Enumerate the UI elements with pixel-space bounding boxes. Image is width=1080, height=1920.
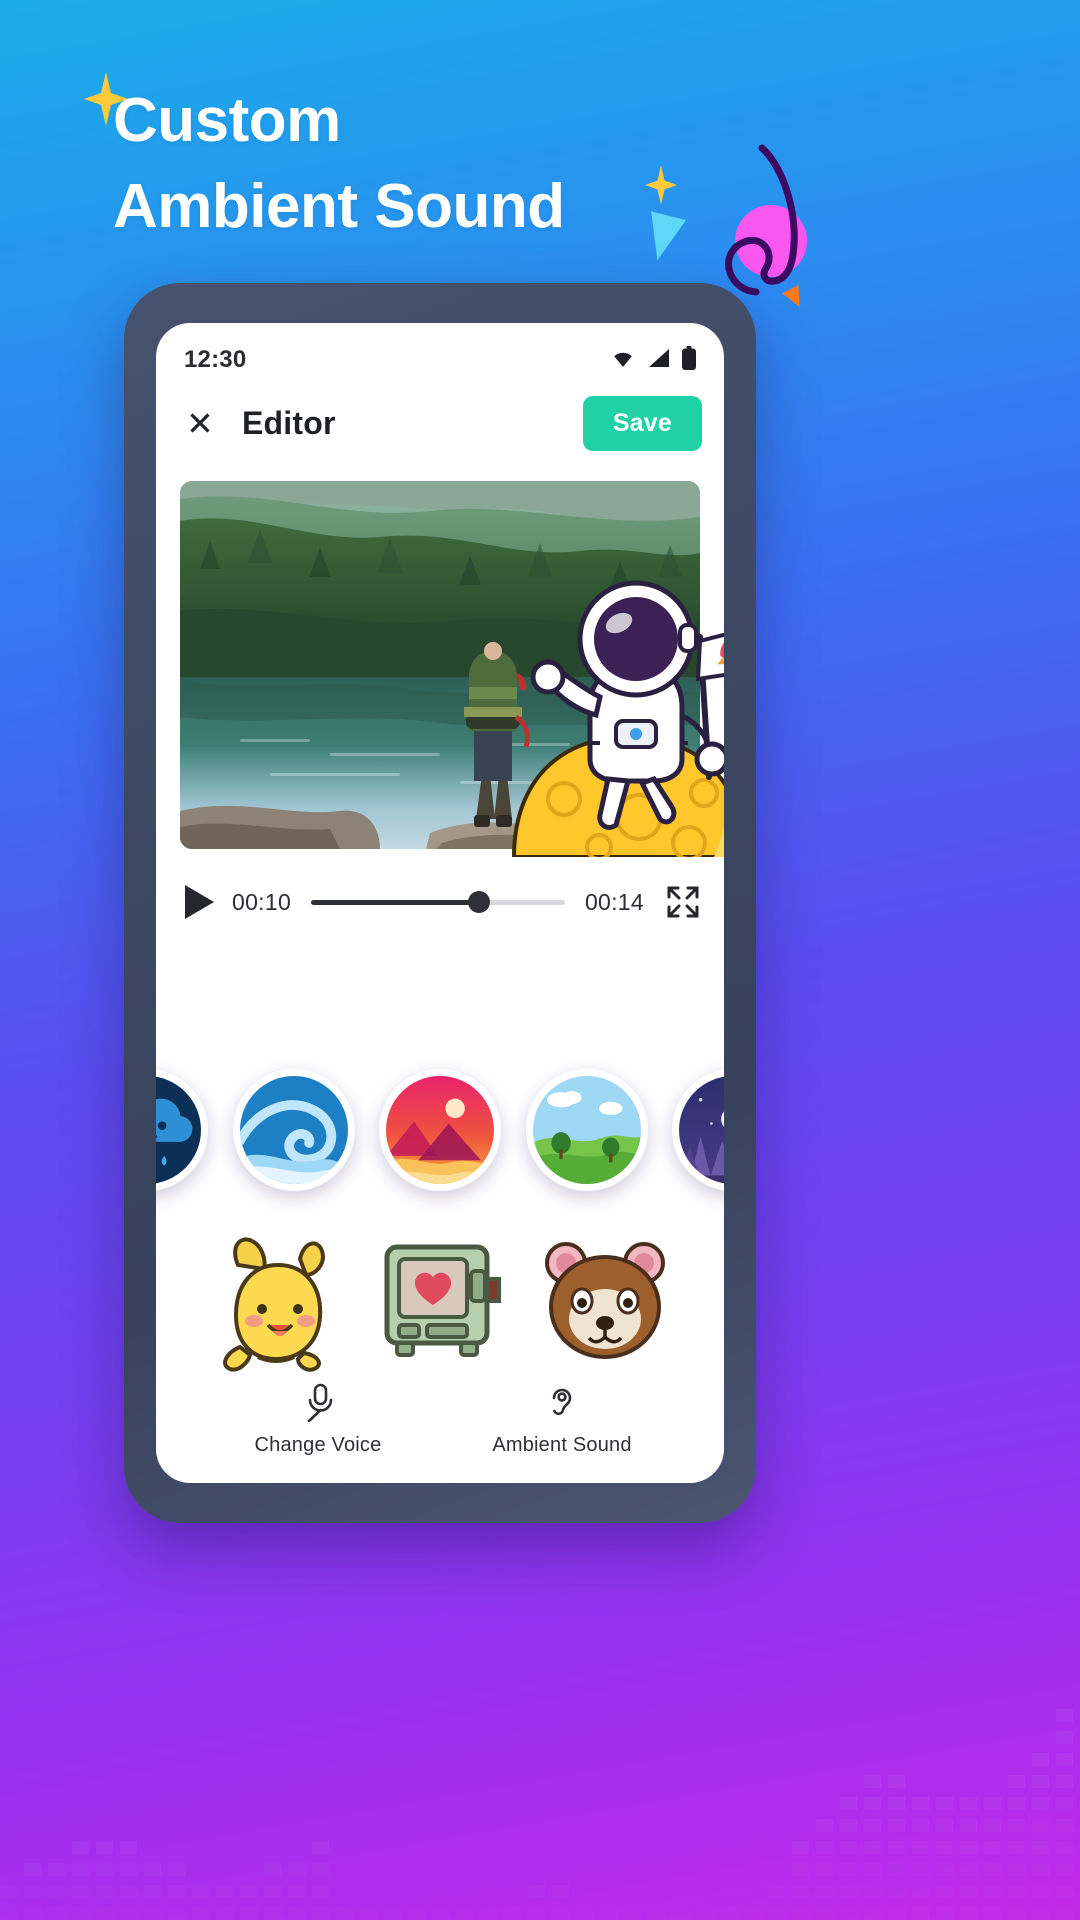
night-forest-icon	[679, 1076, 724, 1184]
page-title: Editor	[242, 404, 336, 441]
progress-thumb[interactable]	[467, 891, 490, 913]
fullscreen-icon[interactable]	[666, 885, 700, 919]
save-button[interactable]: Save	[582, 395, 702, 451]
nav-label-ambient-sound: Ambient Sound	[492, 1434, 632, 1456]
microphone-icon	[299, 1382, 337, 1423]
ambient-item-wave[interactable]	[232, 1069, 355, 1191]
ocean-wave-icon	[239, 1076, 348, 1184]
yellow-creature-sticker[interactable]	[200, 1223, 350, 1373]
phone-screen: 12:30 ✕ Editor Save 00:10 00:14 Change V…	[156, 323, 724, 1483]
battery-icon	[682, 345, 696, 375]
nav-item-change-voice[interactable]: Change Voice	[228, 1382, 408, 1457]
bottom-navigation: Change Voice Ambient Sound	[156, 1382, 724, 1457]
nav-label-change-voice: Change Voice	[254, 1434, 382, 1456]
ambient-item-night[interactable]	[672, 1069, 724, 1191]
ambient-item-rain[interactable]	[156, 1069, 208, 1191]
retro-tv-heart-sticker[interactable]	[365, 1223, 515, 1373]
signal-icon	[647, 348, 671, 373]
player-controls: 00:10 00:14	[156, 849, 724, 921]
progress-slider[interactable]	[311, 889, 565, 915]
progress-fill	[311, 899, 479, 905]
sticker-list	[156, 1223, 724, 1373]
sunset-mountain-icon	[386, 1076, 494, 1184]
wifi-icon	[610, 348, 636, 373]
ambient-item-sunset[interactable]	[379, 1069, 501, 1191]
brown-bear-sticker[interactable]	[530, 1223, 680, 1373]
nav-item-ambient-sound[interactable]: Ambient Sound	[472, 1382, 652, 1457]
headline-line-2: Ambient Sound	[113, 171, 565, 241]
current-time-label: 00:10	[232, 888, 292, 915]
close-icon[interactable]: ✕	[180, 403, 220, 443]
astronaut-on-moon-sticker[interactable]	[504, 567, 724, 857]
ambient-item-meadow[interactable]	[525, 1069, 648, 1191]
media-preview[interactable]	[180, 481, 724, 857]
status-bar: 12:30	[156, 323, 724, 381]
rain-cloud-icon	[156, 1076, 201, 1184]
headline-line-1: Custom	[113, 86, 341, 155]
green-hills-icon	[532, 1076, 641, 1184]
play-icon[interactable]	[182, 883, 216, 921]
equalizer-bars-decoration	[0, 1600, 1080, 1920]
page-headline: Custom Ambient Sound	[113, 78, 833, 249]
phone-mockup: 12:30 ✕ Editor Save 00:10 00:14 Change V…	[124, 283, 756, 1523]
status-bar-time: 12:30	[184, 346, 247, 373]
status-bar-icons	[610, 345, 696, 375]
app-bar: ✕ Editor Save	[156, 381, 724, 465]
total-time-label: 00:14	[584, 888, 644, 915]
ambient-sound-list	[156, 1069, 724, 1191]
ear-icon	[543, 1382, 581, 1422]
